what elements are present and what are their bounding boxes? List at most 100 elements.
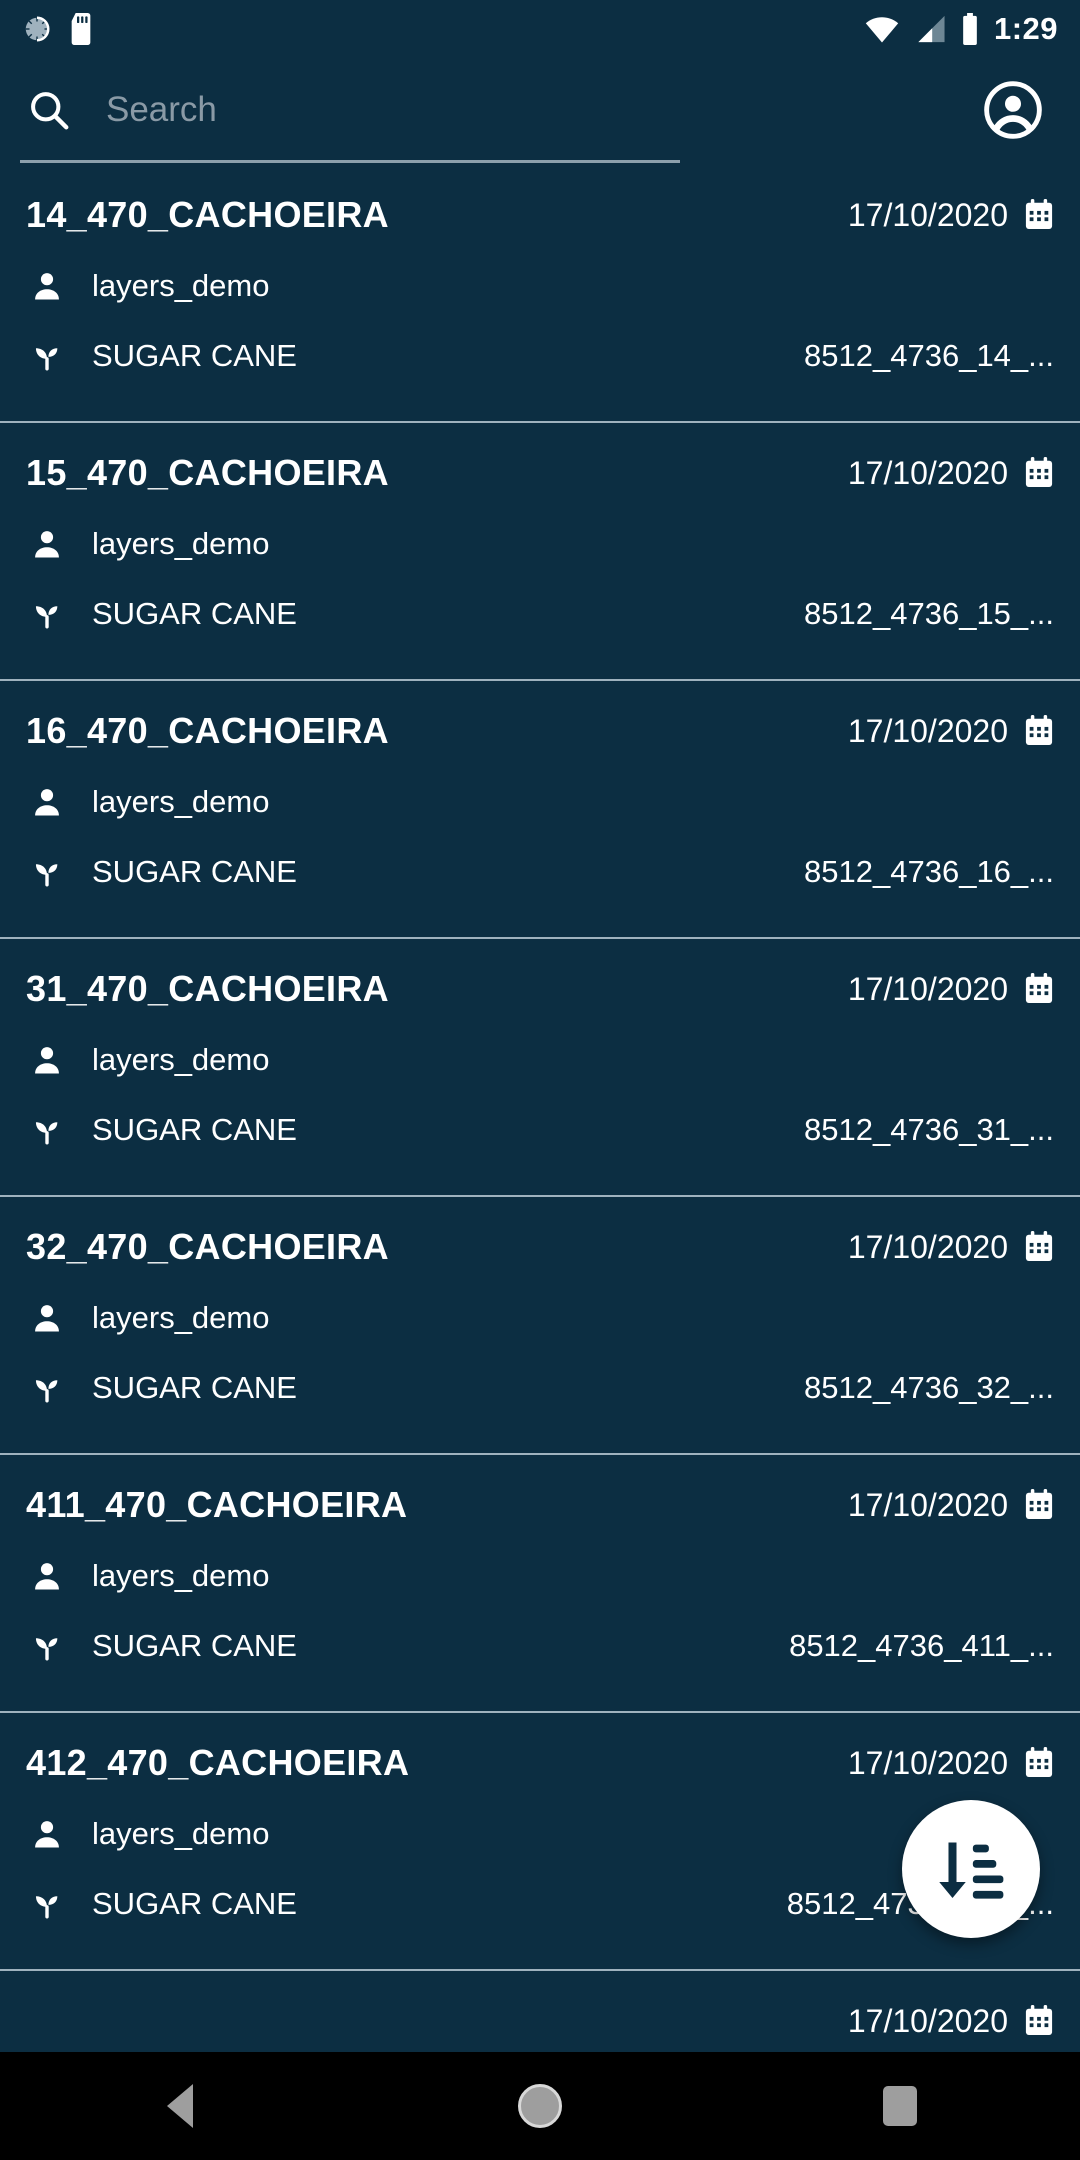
row-user-line: layers_demo [26,1541,1054,1611]
records-list[interactable]: 14_470_CACHOEIRA 17/10/2020 layers_demo … [0,165,1080,2060]
person-icon [30,1817,70,1851]
sprout-icon [30,339,70,373]
row-code: 8512_4736_14_... [804,338,1054,373]
table-row[interactable]: 32_470_CACHOEIRA 17/10/2020 layers_demo … [0,1197,1080,1455]
row-code: 8512_4736_31_... [804,1112,1054,1147]
row-date: 17/10/2020 [847,1228,1008,1265]
row-user: layers_demo [92,784,270,819]
table-row[interactable]: 15_470_CACHOEIRA 17/10/2020 layers_demo … [0,423,1080,681]
search-bar [0,58,1080,162]
row-date: 17/10/2020 [847,970,1008,1007]
row-crop: SUGAR CANE [92,854,297,889]
row-user-line: layers_demo [26,767,1054,837]
table-row[interactable]: 16_470_CACHOEIRA 17/10/2020 layers_demo … [0,681,1080,939]
table-row[interactable]: 411_470_CACHOEIRA 17/10/2020 layers_demo… [0,1455,1080,1713]
calendar-icon [1024,1489,1054,1521]
sort-descending-icon [934,1832,1008,1906]
sprout-icon [30,1371,70,1405]
recents-square-icon [883,2086,917,2126]
calendar-icon [1024,199,1054,231]
row-user-line: layers_demo [26,1025,1054,1095]
row-code: 8512_4736_16_... [804,854,1054,889]
row-crop: SUGAR CANE [92,1370,297,1405]
row-user: layers_demo [92,1558,270,1593]
row-date: 17/10/2020 [847,454,1008,491]
sort-fab-button[interactable] [902,1800,1040,1938]
status-bar-clock: 1:29 [993,11,1058,46]
row-user-line: layers_demo [26,1799,1054,1869]
row-date-group: 17/10/2020 [848,1745,1054,1782]
row-crop-line: SUGAR CANE 8512_4736_14_... [26,321,1054,391]
row-title: 16_470_CACHOEIRA [26,710,389,751]
android-navigation-bar [0,2052,1080,2160]
row-title: 411_470_CACHOEIRA [26,1484,408,1525]
row-crop-line: SUGAR CANE 8512_4736_15_... [26,579,1054,649]
table-row[interactable]: 14_470_CACHOEIRA 17/10/2020 layers_demo … [0,165,1080,423]
calendar-icon [1024,973,1054,1005]
row-crop-line: SUGAR CANE 8512_4736_411_... [26,1611,1054,1681]
back-triangle-icon [167,2084,193,2128]
row-crop: SUGAR CANE [92,596,297,631]
person-icon [30,1301,70,1335]
sprout-icon [30,1887,70,1921]
row-date-group: 17/10/2020 [848,455,1054,492]
nav-back-button[interactable] [120,2052,240,2160]
table-row[interactable]: 31_470_CACHOEIRA 17/10/2020 layers_demo … [0,939,1080,1197]
sprout-icon [30,1629,70,1663]
row-title: 14_470_CACHOEIRA [26,194,389,235]
row-date-group: 17/10/2020 [848,197,1054,234]
row-date-group: 17/10/2020 [848,971,1054,1008]
row-date-group: 17/10/2020 [848,1229,1054,1266]
search-underline [20,160,680,163]
cellular-signal-icon [914,14,946,44]
calendar-icon [1024,457,1054,489]
status-bar: 1:29 [0,0,1080,58]
row-date: 17/10/2020 [847,1744,1008,1781]
row-date: 17/10/2020 [847,2002,1008,2039]
row-date: 17/10/2020 [847,196,1008,233]
row-date: 17/10/2020 [847,1486,1008,1523]
row-code: 8512_4736_15_... [804,596,1054,631]
calendar-icon [1024,1747,1054,1779]
row-crop: SUGAR CANE [92,338,297,373]
row-crop-line: SUGAR CANE 8512_4736_16_... [26,837,1054,907]
person-icon [30,1559,70,1593]
row-user: layers_demo [92,1042,270,1077]
row-title: 31_470_CACHOEIRA [26,968,389,1009]
row-crop: SUGAR CANE [92,1112,297,1147]
row-code: 8512_4736_411_... [789,1628,1054,1663]
calendar-icon [1024,1231,1054,1263]
sprout-icon [30,855,70,889]
row-date-group: 17/10/2020 [848,1487,1054,1524]
row-header: 32_470_CACHOEIRA 17/10/2020 [26,1197,1054,1283]
search-input[interactable] [106,80,952,140]
row-crop: SUGAR CANE [92,1886,297,1921]
row-code: 8512_4736_32_... [804,1370,1054,1405]
nav-home-button[interactable] [480,2052,600,2160]
row-header: 15_470_CACHOEIRA 17/10/2020 [26,423,1054,509]
row-date: 17/10/2020 [847,712,1008,749]
battery-icon [960,13,980,45]
row-user-line: layers_demo [26,509,1054,579]
person-icon [30,1043,70,1077]
account-circle-icon[interactable] [982,79,1044,141]
person-icon [30,785,70,819]
sd-card-icon [68,13,94,45]
calendar-icon [1024,715,1054,747]
sync-progress-icon [22,14,52,44]
status-bar-left-icons [22,13,94,45]
row-user: layers_demo [92,1816,270,1851]
status-bar-right-icons: 1:29 [864,11,1058,47]
row-crop-line: SUGAR CANE 8512_4736_31_... [26,1095,1054,1165]
sprout-icon [30,1113,70,1147]
sprout-icon [30,597,70,631]
calendar-icon [1024,2005,1054,2037]
row-header: 14_470_CACHOEIRA 17/10/2020 [26,165,1054,251]
row-user: layers_demo [92,268,270,303]
table-row[interactable]: 17/10/2020 [0,1971,1080,2060]
nav-recents-button[interactable] [840,2052,960,2160]
wifi-icon [864,14,900,44]
row-crop-line: SUGAR CANE 8512_4736_32_... [26,1353,1054,1423]
row-header: 412_470_CACHOEIRA 17/10/2020 [26,1713,1054,1799]
search-icon[interactable] [26,87,72,133]
